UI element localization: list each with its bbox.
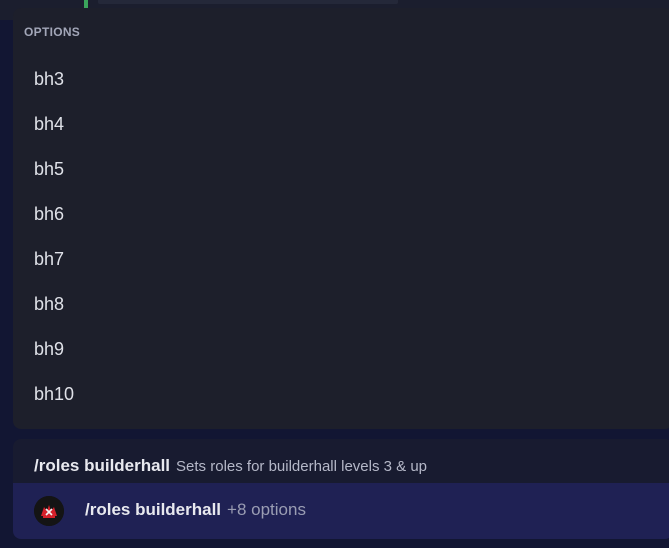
message-accent-bar xyxy=(84,0,88,8)
truncated-message-text xyxy=(98,0,398,4)
command-name: /roles builderhall xyxy=(34,456,171,475)
command-description: Sets roles for builderhall levels 3 & up xyxy=(176,458,428,475)
option-item-bh4[interactable]: bh4 xyxy=(13,102,669,147)
option-item-bh6[interactable]: bh6 xyxy=(13,192,669,237)
command-suggestion-row[interactable]: /roles builderhall +8 options xyxy=(13,483,669,539)
suggestion-command-name: /roles builderhall xyxy=(85,500,222,519)
option-item-bh7[interactable]: bh7 xyxy=(13,237,669,282)
suggestion-options-count: +8 options xyxy=(227,500,306,519)
command-autocomplete-panel: /roles builderhall Sets roles for builder… xyxy=(13,439,669,539)
options-list: bh3 bh4 bh5 bh6 bh7 bh8 bh9 bh10 xyxy=(13,57,669,417)
option-item-bh9[interactable]: bh9 xyxy=(13,327,669,372)
option-item-bh3[interactable]: bh3 xyxy=(13,57,669,102)
option-item-bh8[interactable]: bh8 xyxy=(13,282,669,327)
bot-avatar-icon xyxy=(34,496,64,526)
option-item-bh5[interactable]: bh5 xyxy=(13,147,669,192)
command-description-header: /roles builderhall Sets roles for builder… xyxy=(34,456,427,476)
options-header: OPTIONS xyxy=(24,25,81,39)
options-popup: OPTIONS bh3 bh4 bh5 bh6 bh7 bh8 bh9 bh10 xyxy=(13,8,669,429)
option-item-bh10[interactable]: bh10 xyxy=(13,372,669,417)
suggestion-command-text: /roles builderhall +8 options xyxy=(85,500,306,520)
